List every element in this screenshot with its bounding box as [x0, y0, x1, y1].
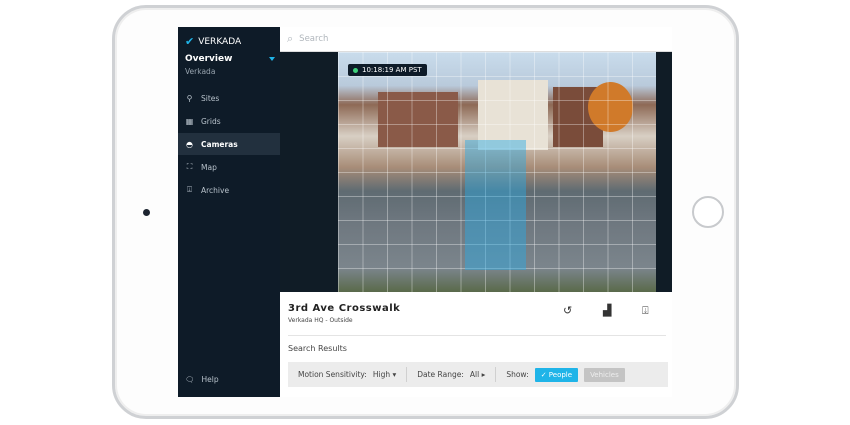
vehicles-toggle[interactable]: Vehicles	[584, 367, 625, 382]
divider	[495, 367, 497, 382]
timestamp: 10:18:19 AM PST	[362, 66, 422, 74]
sidebar-item-cameras[interactable]: ◓ Cameras	[178, 133, 280, 155]
sidebar-item-map[interactable]: ⛶ Map	[178, 156, 280, 178]
verkada-logo-icon: ✔	[185, 35, 195, 48]
camera-name: 3rd Ave Crosswalk	[288, 303, 401, 314]
live-dot-icon	[353, 67, 358, 73]
search-icon: ⌕	[287, 32, 294, 45]
people-toggle[interactable]: ✓ People	[534, 367, 579, 382]
nav-label: Map	[201, 162, 217, 172]
org-title[interactable]: Overview	[185, 54, 232, 64]
download-icon[interactable]: ⍗	[642, 304, 649, 318]
logo[interactable]: ✔ VERKADA	[185, 35, 241, 48]
pin-icon: ⚲	[186, 93, 193, 103]
caret-down-icon: ▾	[392, 370, 397, 379]
app-screen: ✔ VERKADA Overview Verkada ⚲ Sites ▦ Grids …	[178, 27, 672, 397]
nav-label: Grids	[201, 116, 221, 126]
date-value: All	[469, 370, 480, 379]
motion-sensitivity-select[interactable]: High ▾	[373, 370, 396, 379]
help-link[interactable]: 🗨 Help	[185, 375, 219, 384]
nav-label: Archive	[201, 185, 230, 195]
help-label: Help	[201, 375, 219, 384]
filter-bar: Motion Sensitivity: High ▾ Date Range: A…	[288, 362, 668, 387]
camera-info: 3rd Ave Crosswalk Verkada HQ - Outside ↺…	[280, 292, 672, 397]
nav-label: Sites	[201, 93, 220, 103]
org-subtitle: Verkada	[185, 67, 216, 76]
caret-down-icon[interactable]	[269, 57, 275, 61]
people-label: People	[548, 370, 573, 379]
camera-feed[interactable]: 10:18:19 AM PST	[338, 52, 656, 292]
search-results-title: Search Results	[288, 344, 347, 353]
motion-value: High	[372, 370, 391, 379]
camera-location: Verkada HQ - Outside	[288, 317, 353, 324]
date-range-select[interactable]: All ▸	[470, 370, 485, 379]
sidebar-item-sites[interactable]: ⚲ Sites	[178, 87, 280, 109]
check-icon: ✓	[540, 370, 547, 379]
sidebar-item-grids[interactable]: ▦ Grids	[178, 110, 280, 132]
history-icon[interactable]: ↺	[563, 304, 572, 317]
analytics-icon[interactable]: ▟	[603, 304, 611, 317]
search-bar[interactable]: ⌕ Search	[280, 27, 672, 52]
date-range-label: Date Range:	[417, 370, 464, 379]
divider	[288, 335, 666, 336]
divider	[406, 367, 408, 382]
timestamp-badge: 10:18:19 AM PST	[348, 64, 427, 76]
brand-name: VERKADA	[198, 36, 242, 47]
motion-sensitivity-label: Motion Sensitivity:	[298, 370, 367, 379]
search-input[interactable]: Search	[299, 34, 328, 44]
chat-icon: 🗨	[185, 375, 195, 384]
caret-right-icon: ▸	[481, 370, 486, 379]
camera-icon: ◓	[186, 139, 193, 149]
grid-icon: ▦	[185, 116, 194, 126]
archive-icon: ⍗	[187, 185, 192, 194]
video-player[interactable]: 10:18:19 AM PST	[280, 52, 672, 292]
front-camera	[143, 209, 150, 216]
vehicles-label: Vehicles	[590, 370, 619, 379]
sidebar: ✔ VERKADA Overview Verkada ⚲ Sites ▦ Grids …	[178, 27, 280, 397]
home-button[interactable]	[692, 196, 724, 228]
show-label: Show:	[506, 370, 529, 379]
motion-zone[interactable]	[465, 140, 526, 270]
map-icon: ⛶	[186, 162, 193, 171]
sidebar-item-archive[interactable]: ⍗ Archive	[178, 179, 280, 201]
nav-label: Cameras	[201, 139, 238, 149]
